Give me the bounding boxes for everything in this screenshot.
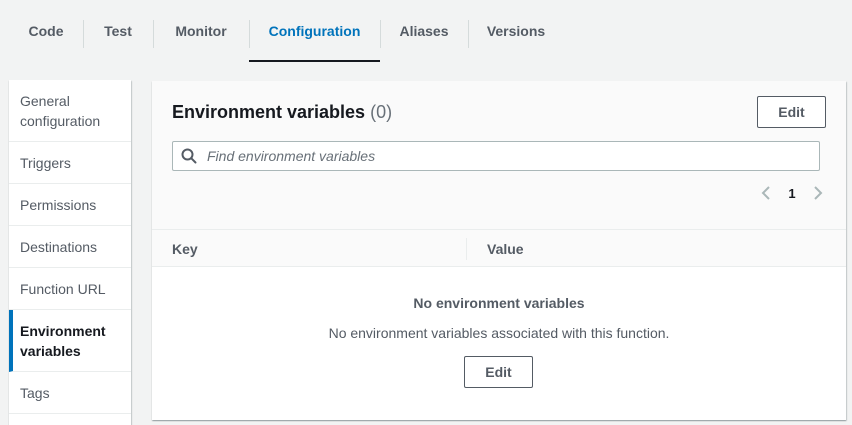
config-sidenav: General configuration Triggers Permissio… <box>9 80 131 425</box>
sidenav-item-label: Triggers <box>20 154 71 171</box>
tab-label: Code <box>28 23 64 39</box>
tab-monitor[interactable]: Monitor <box>153 0 249 62</box>
tab-bar: Code Test Monitor Configuration Aliases … <box>0 0 852 62</box>
tab-versions[interactable]: Versions <box>468 0 564 62</box>
edit-button[interactable]: Edit <box>757 96 826 128</box>
empty-state-description: No environment variables associated with… <box>328 325 670 341</box>
panel-count: (0) <box>370 102 393 122</box>
sidenav-item-triggers[interactable]: Triggers <box>9 142 131 184</box>
chevron-left-icon <box>761 186 770 200</box>
sidenav-item-label: Permissions <box>20 196 97 213</box>
pagination-prev-button[interactable] <box>758 185 774 201</box>
sidenav-item-tags[interactable]: Tags <box>9 372 131 414</box>
tab-label: Test <box>104 23 132 39</box>
pagination-page-number[interactable]: 1 <box>788 186 796 201</box>
sidenav-item-label: General configuration <box>20 92 101 129</box>
sidenav-item-environment-variables[interactable]: Environment variables <box>9 310 131 372</box>
tab-aliases[interactable]: Aliases <box>380 0 468 62</box>
sidenav-item-function-url[interactable]: Function URL <box>9 268 131 310</box>
panel-header: Environment variables (0) Edit 1 <box>152 81 846 229</box>
sidenav-item-destinations[interactable]: Destinations <box>9 226 131 268</box>
sidenav-item-label: Destinations <box>20 238 98 255</box>
table-header: Key Value <box>152 229 846 267</box>
column-header-value: Value <box>487 241 524 257</box>
sidenav-item-label: Function URL <box>20 280 106 297</box>
empty-state-title: No environment variables <box>413 295 585 311</box>
panel-title: Environment variables (0) <box>172 101 392 123</box>
tab-test[interactable]: Test <box>83 0 153 62</box>
tab-label: Monitor <box>175 23 227 39</box>
column-header-key: Key <box>172 241 198 257</box>
sidenav-item-label: Tags <box>20 384 50 401</box>
sidenav-item-permissions[interactable]: Permissions <box>9 184 131 226</box>
tab-label: Aliases <box>399 23 449 39</box>
sidenav-item-label: Environment variables <box>20 322 106 359</box>
empty-state-edit-button[interactable]: Edit <box>464 356 533 388</box>
search-box <box>172 141 820 171</box>
environment-variables-panel: Environment variables (0) Edit 1 <box>152 81 846 420</box>
panel-title-text: Environment variables <box>172 102 366 122</box>
tab-label: Versions <box>486 23 546 39</box>
tab-code[interactable]: Code <box>9 0 83 62</box>
chevron-right-icon <box>814 186 823 200</box>
tab-configuration[interactable]: Configuration <box>249 0 380 62</box>
tab-label: Configuration <box>268 23 361 39</box>
column-divider <box>466 238 467 260</box>
pagination-next-button[interactable] <box>810 185 826 201</box>
search-icon <box>181 148 197 164</box>
pagination: 1 <box>758 185 826 201</box>
sidenav-item-general-configuration[interactable]: General configuration <box>9 80 131 142</box>
search-input[interactable] <box>205 142 819 170</box>
